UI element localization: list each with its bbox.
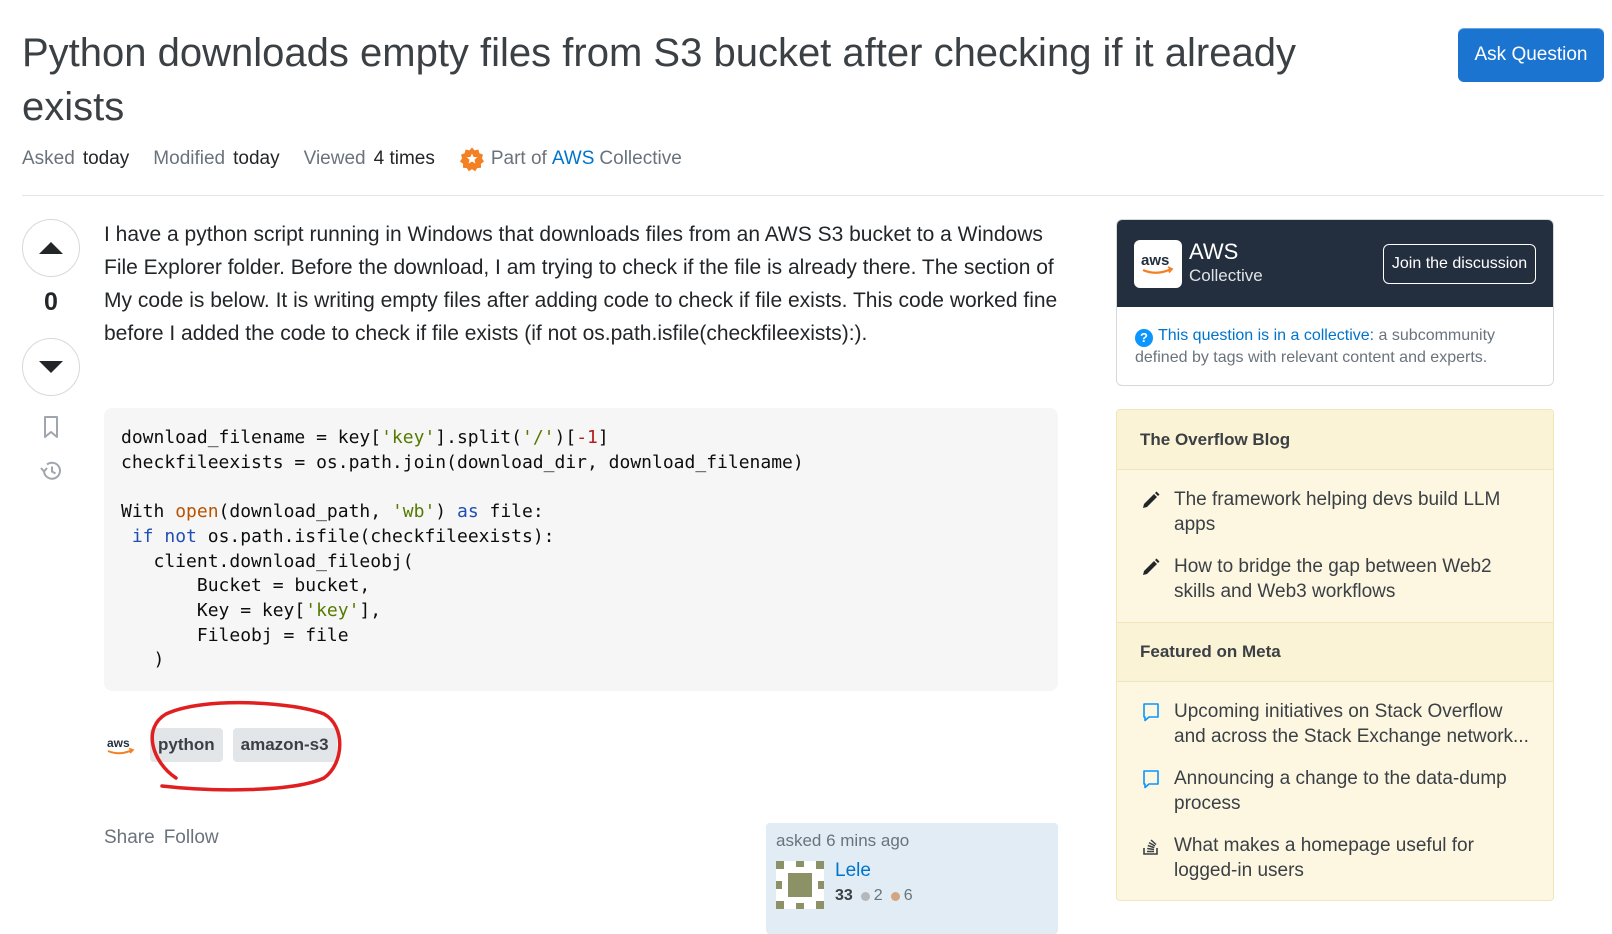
meta-list: Upcoming initiatives on Stack Overflow a… [1117,682,1553,895]
pencil-icon [1143,491,1160,508]
meta-item[interactable]: Announcing a change to the data-dump pro… [1141,766,1531,816]
question-body: I have a python script running in Window… [104,223,1058,345]
blog-item[interactable]: The framework helping devs build LLM app… [1141,487,1531,537]
aws-tag-icon: aws [107,736,135,755]
bronze-badge-icon [890,891,900,901]
collective-word: Collective [599,148,682,169]
asked-time[interactable]: asked 6 mins ago [776,831,1048,851]
meta-item[interactable]: What makes a homepage useful for logged-… [1141,833,1531,883]
asked-label: Asked [22,148,75,169]
collective-name[interactable]: AWS [1189,239,1238,265]
svg-text:aws: aws [1141,252,1169,269]
code-block: download_filename = key['key'].split('/'… [104,408,1058,691]
collective-description: ? This question is in a collective: a sub… [1117,307,1553,369]
stack-overflow-icon [1143,839,1158,855]
meta-item-text[interactable]: What makes a homepage useful for logged-… [1174,833,1531,883]
user-avatar[interactable] [776,861,824,909]
blog-item[interactable]: How to bridge the gap between Web2 skill… [1141,554,1531,604]
collective-card: aws AWS Collective Join the discussion ?… [1116,219,1554,386]
follow-link[interactable]: Follow [164,827,219,849]
tag-amazon-s3[interactable]: amazon-s3 [232,728,337,762]
collective-subtitle: Collective [1189,266,1263,285]
blog-item-text[interactable]: The framework helping devs build LLM app… [1174,487,1531,537]
meta-item[interactable]: Upcoming initiatives on Stack Overflow a… [1141,699,1531,749]
post-menu: Share Follow [104,827,219,849]
vote-count: 0 [44,288,58,316]
question-meta: Asked today Modified today Viewed 4 times P… [22,146,682,172]
downvote-arrow-icon [39,361,63,373]
owner-card: asked 6 mins ago Lele 33 2 6 [766,823,1058,934]
aws-link[interactable]: AWS [552,148,595,170]
collective-star-icon [459,147,484,172]
downvote-button[interactable] [22,338,80,396]
upvote-button[interactable] [22,219,80,277]
overflow-blog-widget: The Overflow Blog The framework helping … [1116,409,1554,901]
help-icon: ? [1135,329,1153,347]
viewed-value: 4 times [373,148,435,169]
meta-item-text[interactable]: Upcoming initiatives on Stack Overflow a… [1174,699,1531,749]
chat-bubble-icon [1143,703,1159,722]
header-divider [22,195,1604,196]
blog-heading: The Overflow Blog [1117,410,1553,470]
collective-help-link[interactable]: This question is in a collective: [1158,327,1374,344]
join-discussion-button[interactable]: Join the discussion [1383,244,1536,284]
silver-count: 2 [873,887,883,904]
collective-link[interactable]: Part of AWS Collective [459,146,682,172]
bookmark-icon[interactable] [38,414,64,440]
asked-value[interactable]: today [83,148,129,169]
svg-text:aws: aws [107,736,130,750]
chat-bubble-icon [1143,770,1159,789]
meta-heading: Featured on Meta [1117,622,1553,682]
share-link[interactable]: Share [104,827,155,849]
history-icon[interactable] [38,458,64,484]
aws-logo-icon: aws [1141,252,1174,274]
reputation-score: 33 [835,887,853,904]
meta-item-text[interactable]: Announcing a change to the data-dump pro… [1174,766,1531,816]
upvote-arrow-icon [39,242,63,254]
user-name[interactable]: Lele [835,860,871,882]
pencil-icon [1143,558,1160,575]
aws-logo[interactable]: aws [1134,240,1182,288]
question-title[interactable]: Python downloads empty files from S3 buc… [22,26,1312,134]
modified-label: Modified [153,148,226,169]
collective-header: aws AWS Collective Join the discussion [1117,220,1553,307]
tag-python[interactable]: python [150,728,223,762]
ask-question-button[interactable]: Ask Question [1458,28,1604,82]
blog-list: The framework helping devs build LLM app… [1117,470,1553,622]
blog-item-text[interactable]: How to bridge the gap between Web2 skill… [1174,554,1531,604]
user-reputation: 33 2 6 [835,887,913,905]
modified-value[interactable]: today [233,148,279,169]
silver-badge-icon [860,891,870,901]
viewed-label: Viewed [303,148,366,169]
bronze-count: 6 [903,887,913,904]
part-of-label: Part of [490,148,547,169]
tag-list: aws python amazon-s3 [104,728,347,762]
